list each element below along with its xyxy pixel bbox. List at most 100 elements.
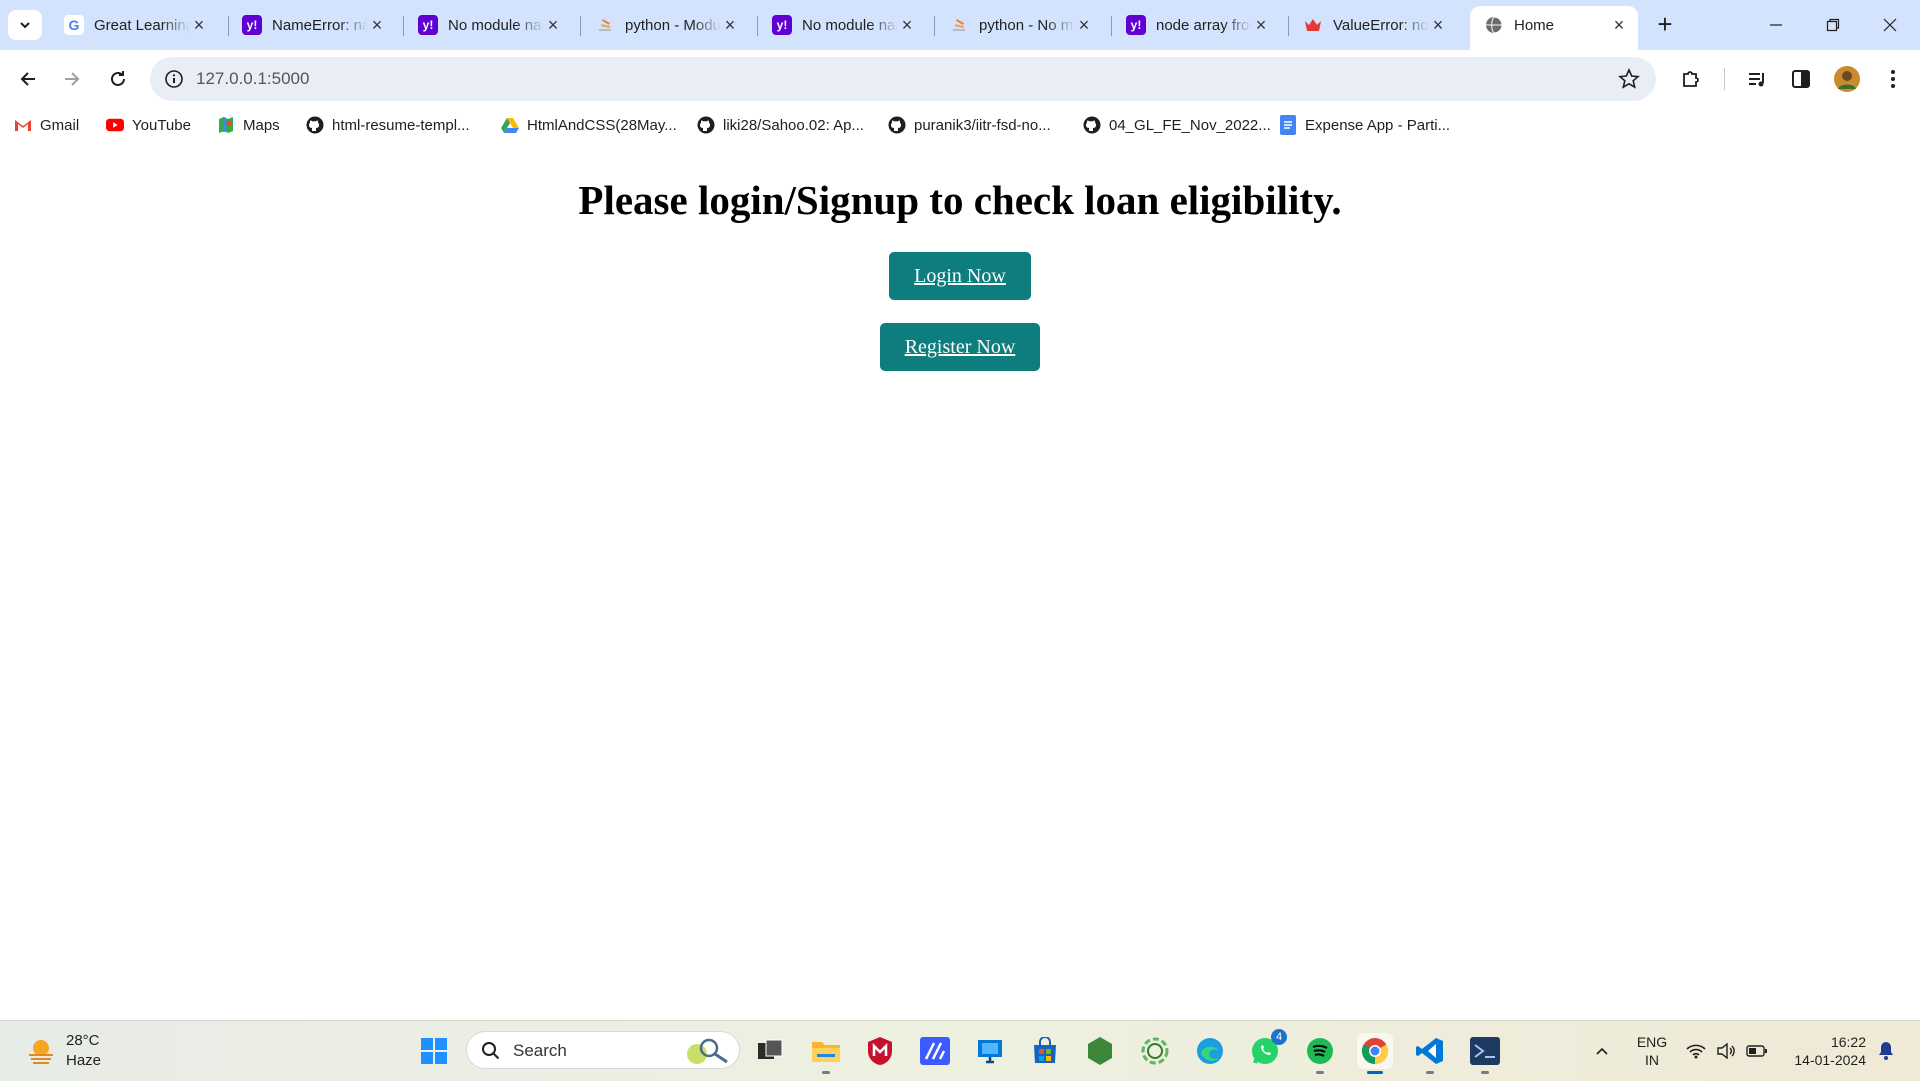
windows-icon [421,1038,447,1064]
whatsapp-icon[interactable]: 4 [1247,1029,1287,1069]
chrome-icon[interactable] [1357,1033,1393,1074]
crown-icon [1303,15,1323,35]
region-code: IN [1645,1052,1659,1068]
forward-button[interactable] [54,61,90,97]
bookmark-youtube[interactable]: YouTube [106,112,191,138]
more-menu-icon[interactable] [1879,65,1907,93]
bookmark-docs[interactable]: Expense App - Parti... [1279,112,1450,138]
bookmark-github[interactable]: 04_GL_FE_Nov_2022... [1083,112,1271,138]
terminal-app-icon[interactable] [1467,1033,1503,1074]
yahoo-icon: y! [1126,15,1146,35]
toolbar-divider [1724,68,1725,90]
yahoo-icon: y! [418,15,438,35]
weather-temperature: 28°C [66,1032,100,1049]
mcafee-icon[interactable] [862,1033,898,1069]
browser-tab[interactable]: python - No m × [935,6,1103,44]
weather-widget[interactable]: 28°C Haze [26,1031,101,1071]
close-icon[interactable]: × [1252,15,1270,36]
bookmark-github[interactable]: liki28/Sahoo.02: Ap... [697,112,864,138]
tab-title: node array from [1156,16,1252,34]
media-control-icon[interactable] [1743,65,1771,93]
youtube-icon [106,116,124,134]
tab-title: No module named [448,16,544,34]
browser-tab[interactable]: y! No module named × [758,6,926,44]
clock-date: 14-01-2024 [1794,1052,1866,1068]
arrow-right-icon [65,72,80,86]
language-code: ENG [1636,1034,1668,1050]
close-icon[interactable]: × [721,15,739,36]
browser-tab[interactable]: G Great Learning × [50,6,218,44]
extensions-icon[interactable] [1677,65,1705,93]
task-view-icon[interactable] [752,1033,788,1069]
site-info-icon[interactable] [164,69,184,94]
edge-icon[interactable] [1192,1033,1228,1069]
tab-title: Home [1514,16,1555,34]
vs-code-insiders-icon[interactable] [917,1033,953,1069]
close-icon[interactable]: × [898,15,916,36]
new-tab-button[interactable]: + [1650,10,1680,40]
tab-title: Great Learning [94,16,190,34]
browser-tab[interactable]: y! node array from × [1112,6,1280,44]
vscode-icon[interactable] [1412,1033,1448,1074]
close-icon[interactable]: × [190,15,208,36]
taskbar-search[interactable]: Search [466,1031,740,1069]
running-indicator [1481,1071,1489,1074]
restore-icon [1826,18,1840,32]
gmail-icon [14,116,32,134]
microsoft-store-icon[interactable] [1027,1033,1063,1069]
drive-icon [501,116,519,134]
chevron-down-icon [20,22,30,29]
bookmark-drive[interactable]: HtmlAndCSS(28May... [501,112,677,138]
restore-button[interactable] [1805,0,1861,50]
bookmark-github[interactable]: puranik3/iitr-fsd-no... [888,112,1051,138]
avatar[interactable] [1833,65,1861,93]
search-highlight-icon [687,1038,728,1064]
file-explorer-icon[interactable] [808,1033,844,1074]
reload-button[interactable] [100,61,136,97]
plus-icon: + [1657,9,1673,39]
show-hidden-icons[interactable] [1584,1033,1620,1069]
nodejs-icon[interactable] [1082,1033,1118,1069]
yahoo-icon: y! [772,15,792,35]
side-panel-icon[interactable] [1787,65,1815,93]
close-icon[interactable]: × [1075,15,1093,36]
browser-tab-active[interactable]: Home × [1470,6,1638,50]
login-button[interactable]: Login Now [889,252,1031,300]
close-icon[interactable]: × [1429,15,1447,36]
bookmark-maps[interactable]: Maps [217,112,280,138]
circle-app-icon[interactable] [1137,1033,1173,1069]
reload-icon [111,71,125,86]
star-icon[interactable] [1618,68,1640,95]
close-icon[interactable]: × [544,15,562,36]
tab-title: python - No m [979,16,1074,34]
close-icon[interactable]: × [1610,15,1628,36]
language-indicator[interactable]: ENG IN [1632,1033,1672,1069]
browser-tab[interactable]: y! NameError: name × [228,6,396,44]
bookmark-label: html-resume-templ... [332,116,470,134]
chevron-up-icon [1596,1047,1608,1055]
close-window-button[interactable] [1862,0,1918,50]
minimize-button[interactable] [1748,0,1804,50]
clock-time: 16:22 [1830,1034,1866,1050]
address-bar[interactable]: 127.0.0.1:5000 [150,57,1656,101]
remote-desktop-icon[interactable] [972,1033,1008,1069]
bookmark-github[interactable]: html-resume-templ... [306,112,470,138]
register-button[interactable]: Register Now [880,323,1040,371]
bookmark-label: HtmlAndCSS(28May... [527,116,677,134]
url-text[interactable]: 127.0.0.1:5000 [196,69,309,89]
bookmark-gmail[interactable]: Gmail [14,112,79,138]
battery-icon[interactable] [1739,1033,1775,1069]
bookmark-label: YouTube [132,116,191,134]
back-button[interactable] [10,61,46,97]
notifications-icon[interactable] [1868,1033,1904,1069]
tab-title: NameError: name [272,16,368,34]
browser-tab[interactable]: y! No module named × [404,6,572,44]
tab-search-button[interactable] [8,10,42,40]
clock[interactable]: 16:22 14-01-2024 [1782,1033,1866,1069]
browser-tab[interactable]: ValueError: no × [1289,6,1457,44]
start-button[interactable] [416,1033,452,1069]
browser-tab[interactable]: python - Modu × [581,6,749,44]
close-icon[interactable]: × [368,15,386,36]
spotify-icon[interactable] [1302,1033,1338,1074]
search-icon [482,1042,500,1060]
